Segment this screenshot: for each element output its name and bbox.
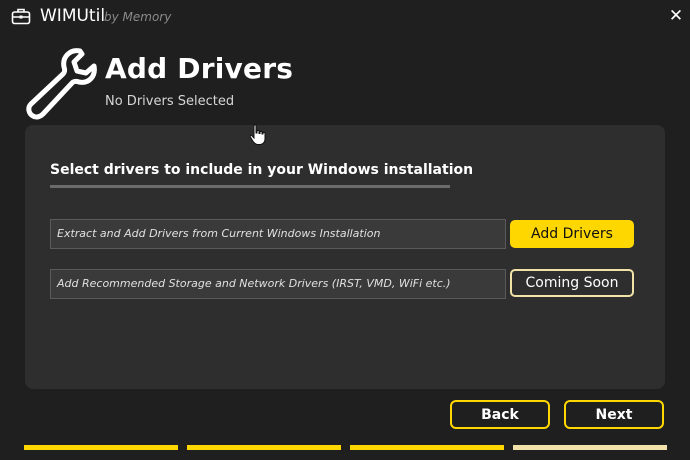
page-subtitle: No Drivers Selected (105, 94, 235, 109)
drivers-panel: Select drivers to include in your Window… (25, 125, 665, 389)
section-underline (50, 185, 450, 188)
close-icon[interactable]: ✕ (666, 6, 686, 26)
progress-step-4 (513, 445, 667, 450)
progress-step-1 (24, 445, 178, 450)
recommended-drivers-field: Add Recommended Storage and Network Driv… (50, 269, 506, 299)
hand-cursor-icon (249, 124, 266, 145)
add-drivers-button[interactable]: Add Drivers (510, 220, 634, 248)
wrench-icon (26, 48, 97, 120)
progress-step-2 (187, 445, 341, 450)
next-button[interactable]: Next (564, 400, 664, 429)
progress-step-3 (350, 445, 504, 450)
back-button[interactable]: Back (450, 400, 550, 429)
section-heading: Select drivers to include in your Window… (50, 162, 474, 178)
page-title: Add Drivers (105, 52, 294, 85)
app-byline: by Memory (104, 10, 172, 24)
toolbox-icon (11, 8, 31, 25)
coming-soon-button[interactable]: Coming Soon (510, 269, 634, 297)
extract-drivers-field: Extract and Add Drivers from Current Win… (50, 219, 506, 249)
app-title: WIMUtil (40, 6, 106, 26)
title-bar: WIMUtil by Memory ✕ (0, 0, 690, 34)
